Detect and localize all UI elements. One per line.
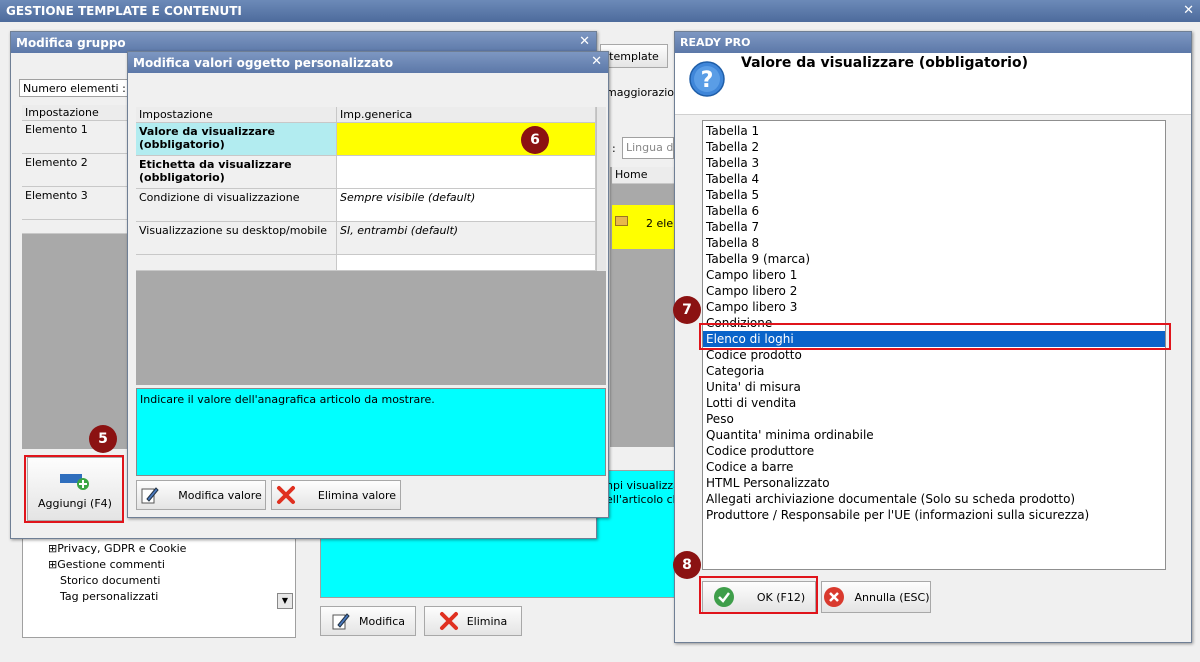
folder-icon [615,216,628,226]
delete-button[interactable]: Elimina [424,606,522,636]
cancel-icon [823,587,844,607]
row-empty-setting [136,255,337,271]
tree-item-history[interactable]: Storico documenti [48,573,186,589]
row-condition-input[interactable]: Sempre visibile (default) [337,189,596,222]
list-item[interactable]: Tabella 7 [703,219,1165,235]
row-display-input[interactable]: SI, entrambi (default) [337,222,596,255]
group-row-3[interactable]: Elemento 3 [22,187,138,220]
group-row-2[interactable]: Elemento 2 [22,154,138,187]
list-item[interactable]: Tabella 2 [703,139,1165,155]
list-item[interactable]: Tabella 9 (marca) [703,251,1165,267]
delete-value-button[interactable]: Elimina valore [271,480,401,510]
list-item[interactable]: Categoria [703,363,1165,379]
values-dialog-titlebar: Modifica valori oggetto personalizzato ✕ [128,52,608,73]
picker-question: Valore da visualizzare (obbligatorio) [741,55,1028,71]
annotation-badge-6: 6 [521,126,549,154]
list-item[interactable]: Unita' di misura [703,379,1165,395]
values-grid-scrollbar[interactable] [596,107,606,271]
group-grid-header: Impostazione [22,105,138,121]
list-item[interactable]: Peso [703,411,1165,427]
highlight-add-button [24,455,124,523]
help-panel: Indicare il valore dell'anagrafica artic… [136,388,606,476]
list-item[interactable]: Campo libero 3 [703,299,1165,315]
list-item[interactable]: Lotti di vendita [703,395,1165,411]
row-value-setting[interactable]: Valore da visualizzare (obbligatorio) [136,123,337,156]
edit-value-button[interactable]: Modifica valore [136,480,266,510]
list-item[interactable]: Tabella 1 [703,123,1165,139]
row-display-setting[interactable]: Visualizzazione su desktop/mobile [136,222,337,255]
group-dialog-close-icon[interactable]: ✕ [579,34,590,49]
cancel-button[interactable]: Annulla (ESC) [821,581,931,613]
list-item[interactable]: Produttore / Responsabile per l'UE (info… [703,507,1165,523]
row-label-input[interactable] [337,156,596,189]
svg-text:?: ? [701,68,714,93]
list-item[interactable]: Tabella 4 [703,171,1165,187]
picker-dialog-titlebar: READY PRO [675,32,1191,53]
app-titlebar: GESTIONE TEMPLATE E CONTENUTI ✕ [0,0,1200,22]
tree-list: ⊞Privacy, GDPR e Cookie ⊞Gestione commen… [48,541,186,605]
tab-maggiorazioni[interactable]: maggiorazioni [606,86,684,99]
annotation-badge-8: 8 [673,551,701,579]
list-item[interactable]: HTML Personalizzato [703,475,1165,491]
bg-desc-line-2: ell'articolo chia [606,493,674,506]
tree-scroll-down[interactable]: ▼ [277,593,293,609]
delete-value-x-icon [276,486,295,504]
row-value-input[interactable] [337,123,596,156]
tree-item-comments[interactable]: ⊞Gestione commenti [48,557,186,573]
group-dialog-titlebar: Modifica gruppo ✕ [11,32,596,53]
values-grid-header-value: Imp.generica [337,107,596,123]
list-item[interactable]: Tabella 8 [703,235,1165,251]
bg-colon-label: : [612,142,616,155]
values-grid-header-setting: Impostazione [136,107,337,123]
values-dialog-close-icon[interactable]: ✕ [591,54,602,69]
list-item[interactable]: Codice produttore [703,443,1165,459]
app-title: GESTIONE TEMPLATE E CONTENUTI [6,4,242,18]
list-item[interactable]: Tabella 6 [703,203,1165,219]
row-label-setting[interactable]: Etichetta da visualizzare (obbligatorio) [136,156,337,189]
list-item[interactable]: Quantita' minima ordinabile [703,427,1165,443]
list-item[interactable]: Tabella 3 [703,155,1165,171]
highlight-ok-button [699,576,818,614]
group-grid: Impostazione Elemento 1 Elemento 2 Eleme… [22,105,138,449]
bg-grid-header-home: Home [612,167,674,184]
edit-icon [332,613,350,630]
row-condition-setting[interactable]: Condizione di visualizzazione [136,189,337,222]
highlight-selected-item [699,323,1171,350]
values-dialog: Modifica valori oggetto personalizzato ✕… [127,51,609,518]
annotation-badge-7: 7 [673,296,701,324]
modify-button[interactable]: Modifica [320,606,416,636]
question-icon: ? [689,61,725,97]
list-item[interactable]: Campo libero 2 [703,283,1165,299]
group-row-1[interactable]: Elemento 1 [22,121,138,154]
annotation-badge-5: 5 [89,425,117,453]
language-input[interactable]: Lingua de [622,137,674,159]
delete-x-icon [439,612,458,630]
bg-desc-line-1: npi visualizzati [606,479,674,492]
row-empty-value [337,255,596,271]
list-item[interactable]: Allegati archiviazione documentale (Solo… [703,491,1165,507]
app-close-icon[interactable]: ✕ [1183,3,1194,18]
edit-value-icon [141,487,159,504]
tab-template[interactable]: template [600,44,668,68]
tree-item-privacy[interactable]: ⊞Privacy, GDPR e Cookie [48,541,186,557]
list-item[interactable]: Codice a barre [703,459,1165,475]
group-row-empty [22,220,138,234]
bg-two-elements: 2 elen [646,217,674,230]
list-item[interactable]: Campo libero 1 [703,267,1165,283]
tree-item-tags[interactable]: Tag personalizzati [48,589,186,605]
list-item[interactable]: Tabella 5 [703,187,1165,203]
element-count: Numero elementi : 3 [19,79,131,97]
